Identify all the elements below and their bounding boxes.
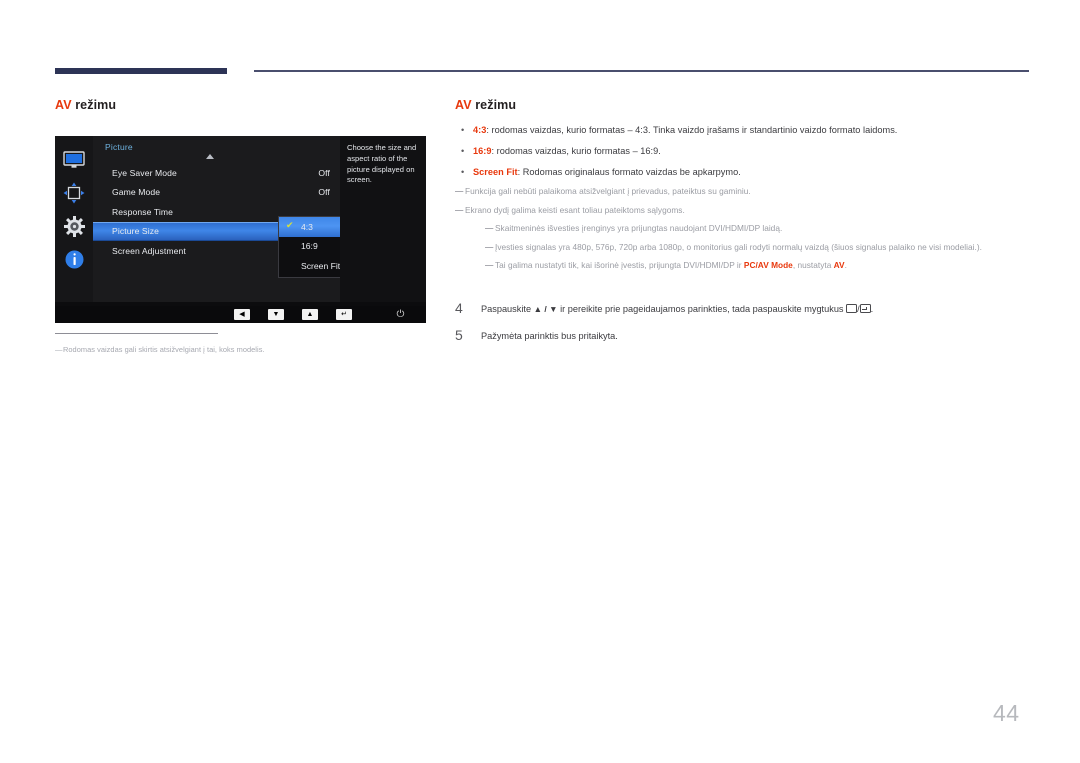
page-title-left-accent: AV bbox=[55, 98, 72, 112]
bullet-desc: : Rodomas originalaus formato vaizdas be… bbox=[517, 167, 741, 178]
page-number: 44 bbox=[993, 700, 1020, 726]
osd-button-left[interactable]: ◀ bbox=[234, 309, 250, 320]
bullet-text: 16:9: rodomas vaizdas, kurio formatas – … bbox=[473, 145, 1035, 157]
note-item: ― Skaitmeninės išvesties įrenginys yra p… bbox=[455, 222, 1035, 234]
step-number: 4 bbox=[455, 300, 463, 316]
step-text-mid: ir pereikite prie pageidaujamos parinkti… bbox=[557, 304, 847, 314]
osd-submenu-item-label: Screen Fit bbox=[301, 260, 341, 271]
step-item-4: 4 Paspauskite ▲ / ▼ ir pereikite prie pa… bbox=[455, 300, 1015, 315]
osd-button-up[interactable]: ▲ bbox=[302, 309, 318, 320]
osd-main-panel: Picture Eye Saver Mode Off Game Mode Off… bbox=[93, 136, 378, 302]
header-accent-bar bbox=[55, 68, 227, 74]
note-item: ― Įvesties signalas yra 480p, 576p, 720p… bbox=[455, 241, 1035, 253]
list-item: • Screen Fit: Rodomas originalaus format… bbox=[455, 166, 1035, 178]
bullet-text: Screen Fit: Rodomas originalaus formato … bbox=[473, 166, 1035, 178]
step-text-post: . bbox=[870, 304, 874, 314]
page-title-right: AV režimu bbox=[455, 98, 516, 112]
note-dash-icon: ― bbox=[485, 223, 493, 234]
note-dash-icon: ― bbox=[485, 260, 493, 271]
osd-submenu-item-label: 4:3 bbox=[301, 221, 313, 232]
osd-submenu-item-label: 16:9 bbox=[301, 241, 318, 252]
note-dash-icon: ― bbox=[455, 204, 463, 215]
note-dash-icon: ― bbox=[455, 186, 463, 196]
updown-arrow-icon: ▲ / ▼ bbox=[533, 304, 558, 314]
note-text: Funkcija gali nebūti palaikoma atsižvelg… bbox=[465, 186, 751, 196]
bullet-desc: : rodomas vaizdas, kurio formatas – 16:9… bbox=[491, 146, 661, 157]
osd-sidebar bbox=[55, 136, 93, 302]
step-text: Pažymėta parinktis bus pritaikyta. bbox=[481, 331, 618, 342]
note-bold-av: AV bbox=[833, 260, 845, 271]
bullet-icon: • bbox=[461, 167, 465, 178]
footnote-rule bbox=[55, 333, 218, 334]
osd-button-enter[interactable]: ↵ bbox=[336, 309, 352, 320]
step-list: 4 Paspauskite ▲ / ▼ ir pereikite prie pa… bbox=[455, 300, 1015, 355]
note-text-mid: , nustatyta bbox=[792, 260, 834, 271]
footnote-left-text: Rodomas vaizdas gali skirtis atsižvelgia… bbox=[63, 345, 265, 354]
osd-menu-item-label: Eye Saver Mode bbox=[112, 167, 177, 178]
step-text-pre: Paspauskite bbox=[481, 304, 534, 314]
bullet-icon: • bbox=[461, 125, 465, 135]
page-title-left-rest: režimu bbox=[71, 98, 117, 112]
note-text: Skaitmeninės išvesties įrenginys yra pri… bbox=[495, 223, 783, 234]
page-title-left: AV režimu bbox=[55, 98, 116, 112]
step-number: 5 bbox=[455, 327, 463, 344]
osd-menu-item-eye-saver-mode[interactable]: Eye Saver Mode Off bbox=[93, 163, 340, 183]
enter-button-icon bbox=[859, 304, 871, 313]
osd-button-down[interactable]: ▼ bbox=[268, 309, 284, 320]
power-icon[interactable]: ⏻ bbox=[395, 309, 406, 320]
osd-menu-item-value: Off bbox=[318, 187, 330, 198]
osd-menu-screenshot: Picture Eye Saver Mode Off Game Mode Off… bbox=[55, 136, 426, 323]
bullet-term: 4:3 bbox=[473, 125, 487, 135]
list-item: • 4:3: rodomas vaizdas, kurio formatas –… bbox=[455, 124, 1035, 136]
osd-menu-item-game-mode[interactable]: Game Mode Off bbox=[93, 183, 340, 203]
header-rule bbox=[254, 70, 1029, 72]
bullet-text: 4:3: rodomas vaizdas, kurio formatas – 4… bbox=[473, 124, 1035, 136]
osd-menu-title: Picture bbox=[105, 142, 133, 152]
osd-menu-item-value: Off bbox=[318, 167, 330, 178]
osd-scroll-up-icon[interactable] bbox=[206, 154, 214, 159]
step-item-5: 5 Pažymėta parinktis bus pritaikyta. bbox=[455, 327, 1015, 342]
gear-icon[interactable] bbox=[61, 213, 87, 239]
page-title-right-accent: AV bbox=[455, 98, 472, 112]
footnote-left: ― Rodomas vaizdas gali skirtis atsižvelg… bbox=[55, 345, 385, 354]
bullet-desc: : rodomas vaizdas, kurio formatas – 4:3.… bbox=[486, 125, 898, 135]
note-bold-pc-av-mode: PC/AV Mode bbox=[743, 260, 793, 271]
bullet-term: Screen Fit bbox=[473, 167, 518, 178]
option-bullet-list: • 4:3: rodomas vaizdas, kurio formatas –… bbox=[455, 124, 1035, 187]
note-text: Ekrano dydį galima keisti esant toliau p… bbox=[465, 204, 685, 215]
bullet-term: 16:9 bbox=[473, 146, 492, 157]
osd-menu-item-label: Game Mode bbox=[112, 187, 161, 198]
footnote-dash: ― bbox=[55, 345, 63, 354]
note-dash-icon: ― bbox=[485, 241, 493, 252]
note-text: Įvesties signalas yra 480p, 576p, 720p a… bbox=[495, 241, 982, 252]
monitor-icon[interactable] bbox=[61, 147, 87, 173]
list-item: • 16:9: rodomas vaizdas, kurio formatas … bbox=[455, 145, 1035, 157]
note-item: ― Ekrano dydį galima keisti esant toliau… bbox=[455, 204, 1035, 216]
note-text-pre: Tai galima nustatyti tik, kai išorinė įv… bbox=[495, 260, 744, 271]
note-text: Tai galima nustatyti tik, kai išorinė įv… bbox=[495, 259, 1035, 271]
osd-description-panel: Choose the size and aspect ratio of the … bbox=[340, 136, 426, 302]
step-text: Paspauskite ▲ / ▼ ir pereikite prie page… bbox=[481, 300, 1015, 315]
osd-button-bar: ◀ ▼ ▲ ↵ ⏻ bbox=[55, 306, 426, 323]
note-text-post: . bbox=[844, 260, 847, 271]
menu-button-icon bbox=[846, 304, 858, 313]
note-item: ― Tai galima nustatyti tik, kai išorinė … bbox=[455, 259, 1035, 271]
page-title-right-rest: režimu bbox=[471, 98, 517, 112]
screen-adjust-icon[interactable] bbox=[61, 180, 87, 206]
note-item: ― Funkcija gali nebūti palaikoma atsižve… bbox=[455, 185, 1035, 197]
note-list: ― Funkcija gali nebūti palaikoma atsižve… bbox=[455, 185, 1035, 278]
check-icon: ✔ bbox=[286, 220, 294, 230]
bullet-icon: • bbox=[461, 146, 465, 157]
info-icon[interactable] bbox=[61, 246, 87, 272]
